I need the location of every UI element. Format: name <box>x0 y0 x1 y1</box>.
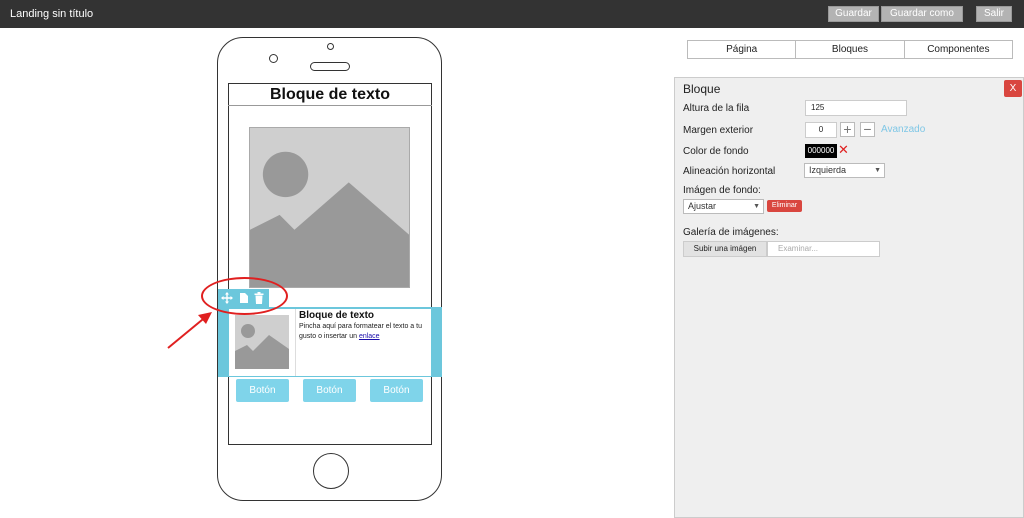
halign-select-value: Izquierda <box>809 165 847 175</box>
phone-camera <box>269 54 278 63</box>
column-divider <box>295 309 296 376</box>
save-as-button[interactable]: Guardar como <box>881 6 963 22</box>
advanced-link[interactable]: Avanzado <box>881 124 925 135</box>
panel-tabs: Página Bloques Componentes <box>687 40 1013 59</box>
phone-speaker <box>310 62 350 71</box>
halign-label: Alineación horizontal <box>683 166 776 177</box>
bg-color-swatch[interactable]: 000000 <box>805 144 837 158</box>
tab-bloques[interactable]: Bloques <box>796 41 905 58</box>
gallery-label: Galería de imágenes: <box>683 227 779 238</box>
chevron-down-icon: ▼ <box>753 203 760 210</box>
tab-pagina[interactable]: Página <box>688 41 797 58</box>
margin-input[interactable]: 0 <box>805 122 837 138</box>
exit-button[interactable]: Salir <box>976 6 1012 22</box>
image-placeholder-icon <box>250 128 409 287</box>
halign-select[interactable]: Izquierda ▼ <box>804 163 885 178</box>
margin-label: Margen exterior <box>683 125 754 136</box>
top-bar: Landing sin título Guardar Guardar como … <box>0 0 1024 28</box>
block-title[interactable]: Bloque de texto <box>228 84 432 106</box>
image-placeholder-large[interactable] <box>249 127 410 288</box>
margin-increase-button[interactable]: + <box>840 122 855 137</box>
close-panel-button[interactable]: X <box>1004 80 1022 97</box>
phone-button-2[interactable]: Botón <box>303 379 356 402</box>
clear-color-icon[interactable]: ✕ <box>838 142 849 158</box>
bg-image-label: Imágen de fondo: <box>683 185 761 196</box>
bg-image-mode-value: Ajustar <box>688 201 717 211</box>
row-height-label: Altura de la fila <box>683 103 750 114</box>
image-placeholder-icon <box>235 315 289 369</box>
phone-home-button <box>313 453 349 489</box>
phone-button-1[interactable]: Botón <box>236 379 289 402</box>
text-block-body[interactable]: Pincha aquí para formatear el texto a tu… <box>299 322 429 342</box>
bg-image-mode-select[interactable]: Ajustar ▼ <box>683 199 764 214</box>
text-block-link[interactable]: enlace <box>359 333 380 340</box>
phone-sensor <box>327 43 334 50</box>
page-title: Landing sin título <box>10 8 94 20</box>
row-height-input[interactable]: 125 <box>805 100 907 116</box>
bg-color-label: Color de fondo <box>683 146 749 157</box>
chevron-down-icon: ▼ <box>874 167 881 174</box>
delete-bg-image-button[interactable]: Eliminar <box>767 200 802 212</box>
browse-file-field[interactable]: Examinar... <box>767 241 880 257</box>
margin-decrease-button[interactable]: − <box>860 122 875 137</box>
panel-title: Bloque <box>683 82 721 96</box>
upload-image-button[interactable]: Subir una imágen <box>683 241 767 257</box>
properties-panel <box>674 77 1024 518</box>
save-button[interactable]: Guardar <box>828 6 879 22</box>
tab-componentes[interactable]: Componentes <box>905 41 1012 58</box>
phone-button-3[interactable]: Botón <box>370 379 423 402</box>
annotation-arrow-icon <box>167 312 212 349</box>
text-block-title[interactable]: Bloque de texto <box>299 310 374 321</box>
image-placeholder-small[interactable] <box>235 315 289 369</box>
